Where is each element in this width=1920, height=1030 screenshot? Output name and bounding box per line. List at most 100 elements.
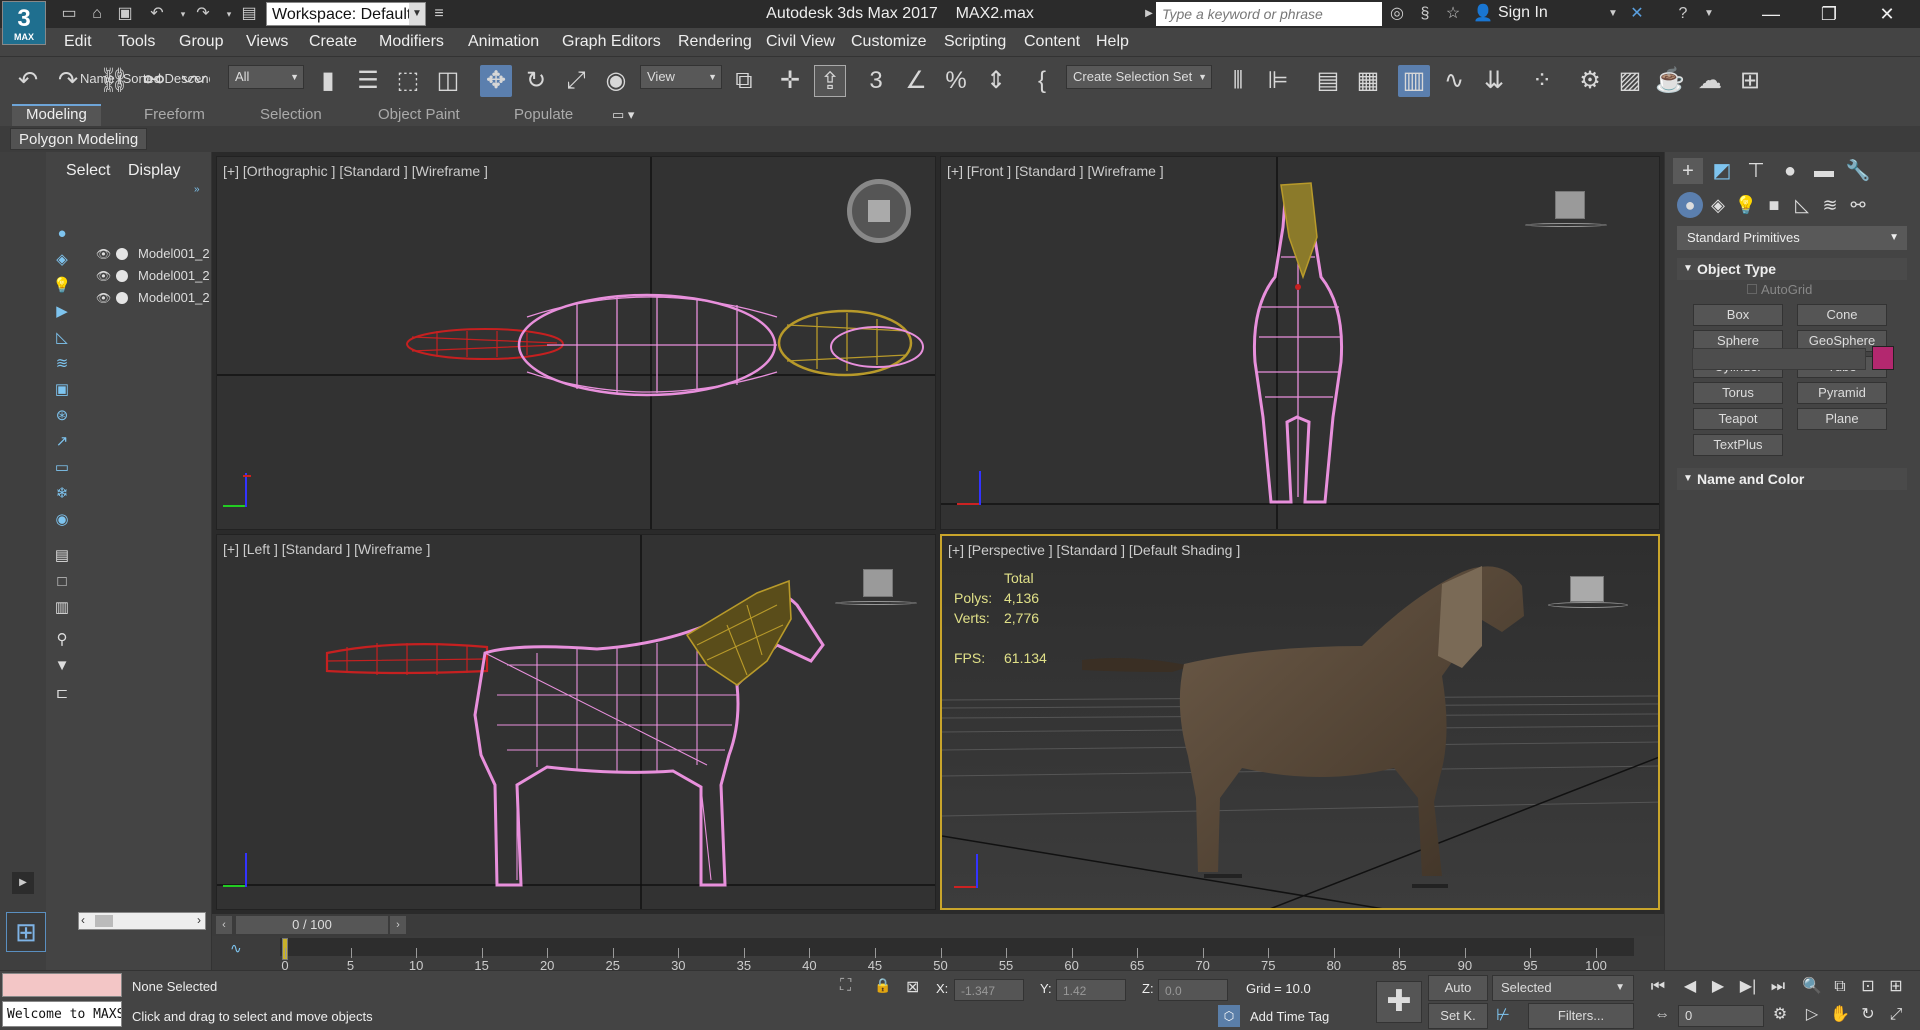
list-item[interactable]: 👁 Model001_2 (96, 243, 212, 265)
display-bones-icon[interactable]: ↗ (52, 432, 72, 452)
eye-icon[interactable]: 👁 (96, 247, 111, 261)
list-item[interactable]: 👁 Model001_2 (96, 287, 212, 309)
set-key-button[interactable]: Set K. (1428, 1003, 1488, 1029)
add-time-tag-button[interactable]: Add Time Tag (1250, 1009, 1329, 1024)
torus-button[interactable]: Torus (1693, 382, 1783, 404)
filter-tool-icon[interactable]: ⚲ (52, 630, 72, 650)
go-to-start-icon[interactable]: ⏮ (1646, 975, 1670, 999)
mini-curve-editor-icon[interactable]: ∿ (230, 940, 242, 957)
next-frame-icon[interactable]: ▶| (1736, 975, 1760, 999)
track-bar[interactable]: ∿ 0 5 10 15 20 25 30 35 40 45 50 55 60 65 70 75 80 85 90 95… (212, 936, 1664, 973)
save-file-icon[interactable]: ▣ (114, 3, 136, 25)
redo-icon[interactable]: ↷ (192, 3, 214, 25)
key-mode-icon[interactable]: ⊬ (1496, 1005, 1510, 1025)
explorer-column-header[interactable]: Name (Sorted Descending) (80, 71, 210, 91)
snaps-toggle-icon[interactable]: 3 (860, 65, 892, 97)
motion-tab-icon[interactable]: ● (1775, 158, 1805, 184)
viewport-orthographic[interactable]: [+] [Orthographic ] [Standard ] [Wirefra… (216, 156, 936, 530)
align-icon[interactable]: ⊫ (1262, 65, 1294, 97)
viewcube-icon[interactable] (1555, 191, 1585, 219)
display-none-icon[interactable]: □ (52, 572, 72, 592)
select-and-scale-icon[interactable]: ⤢ (560, 65, 592, 97)
textplus-button[interactable]: TextPlus (1693, 434, 1783, 456)
zoom-all-icon[interactable]: ⧉ (1828, 975, 1852, 999)
absolute-mode-icon[interactable]: ⊠ (906, 977, 919, 997)
explorer-select-menu[interactable]: Select (66, 162, 110, 180)
ribbon-options-icon[interactable]: ▭ ▾ (612, 104, 634, 126)
modify-tab-icon[interactable]: ◩ (1707, 158, 1737, 184)
viewport-label[interactable]: [+] [Perspective ] [Standard ] [Default … (948, 542, 1240, 558)
display-invert-icon[interactable]: ▥ (52, 598, 72, 618)
help-dropdown-icon[interactable]: ▼ (1698, 3, 1720, 25)
polygon-modeling-panel[interactable]: Polygon Modeling (10, 128, 148, 150)
toggle-scene-explorer-icon[interactable]: ▤ (1312, 65, 1344, 97)
render-setup-icon[interactable]: ⚙ (1574, 65, 1606, 97)
menu-graph-editors[interactable]: Graph Editors (562, 28, 661, 56)
display-lights-icon[interactable]: 💡 (52, 276, 72, 296)
maxscript-listener-input[interactable]: Welcome to MAXScript. (2, 1001, 122, 1027)
workspace-selector[interactable]: Workspace: Default ▼ (266, 2, 426, 26)
rectangular-selection-icon[interactable]: ⬚ (392, 65, 424, 97)
box-button[interactable]: Box (1693, 304, 1783, 326)
named-selection-set-dropdown[interactable]: Create Selection Set ▼ (1066, 65, 1212, 89)
autogrid-checkbox[interactable] (1747, 284, 1757, 294)
menu-help[interactable]: Help (1096, 28, 1129, 56)
orbit-icon[interactable]: ↻ (1856, 1003, 1880, 1027)
current-frame-field[interactable]: 0 (1678, 1005, 1764, 1027)
auto-key-button[interactable]: Auto (1428, 975, 1488, 1001)
menu-modifiers[interactable]: Modifiers (379, 28, 444, 56)
expand-ribbon-icon[interactable]: ▶ (12, 872, 34, 894)
eye-icon[interactable]: 👁 (96, 291, 111, 305)
zoom-extents-all-icon[interactable]: ⊞ (1884, 975, 1908, 999)
previous-frame-icon[interactable]: ◀ (1678, 975, 1702, 999)
spinner-snap-icon[interactable]: ⇕ (980, 65, 1012, 97)
search-input[interactable]: Type a keyword or phrase (1156, 2, 1382, 26)
set-key-icon[interactable]: ✚ (1376, 981, 1422, 1023)
mirror-icon[interactable]: ⫴ (1222, 65, 1254, 97)
display-particles-icon[interactable]: ❄ (52, 484, 72, 504)
geometry-icon[interactable]: ● (1677, 192, 1703, 218)
z-coordinate-field[interactable]: 0.0 (1158, 979, 1228, 1001)
toggle-layer-explorer-icon[interactable]: ▦ (1352, 65, 1384, 97)
render-production-icon[interactable]: ☕ (1654, 65, 1686, 97)
key-filters-button[interactable]: Filters... (1528, 1003, 1634, 1029)
explorer-collapse-icon[interactable]: » (194, 184, 200, 195)
time-configuration-icon[interactable]: ⚙ (1768, 1003, 1792, 1027)
maximize-button[interactable]: ❐ (1806, 0, 1852, 28)
display-cameras-icon[interactable]: ▶ (52, 302, 72, 322)
viewport-label[interactable]: [+] [Front ] [Standard ] [Wireframe ] (947, 163, 1164, 179)
name-and-color-rollout[interactable]: ▼ Name and Color (1677, 468, 1907, 490)
edit-named-selection-icon[interactable]: { (1026, 65, 1058, 97)
lights-icon[interactable]: 💡 (1733, 192, 1759, 218)
help-icon[interactable]: ? (1672, 3, 1694, 25)
hierarchy-tab-icon[interactable]: ⊤ (1741, 158, 1771, 184)
display-all-icon[interactable]: ▤ (52, 546, 72, 566)
select-by-name-icon[interactable]: ☰ (352, 65, 384, 97)
viewport-label[interactable]: [+] [Orthographic ] [Standard ] [Wirefra… (223, 163, 488, 179)
menu-customize[interactable]: Customize (851, 28, 927, 56)
isolate-selection-icon[interactable]: ⛶ (840, 977, 851, 995)
display-spacewarps-icon[interactable]: ≋ (52, 354, 72, 374)
display-shapes-icon[interactable]: ◈ (52, 250, 72, 270)
undo-dropdown-icon[interactable]: ▾ (172, 3, 194, 25)
zoom-extents-icon[interactable]: ⊡ (1856, 975, 1880, 999)
shapes-icon[interactable]: ◈ (1705, 192, 1731, 218)
tab-object-paint[interactable]: Object Paint (378, 104, 460, 126)
rendered-frame-window-icon[interactable]: ▨ (1614, 65, 1646, 97)
tab-modeling[interactable]: Modeling (12, 104, 101, 126)
explorer-display-menu[interactable]: Display (128, 162, 180, 180)
percent-snap-icon[interactable]: % (940, 65, 972, 97)
undo-icon[interactable]: ↶ (12, 65, 44, 97)
key-filter-dropdown[interactable]: Selected ▼ (1492, 975, 1634, 1001)
close-button[interactable]: ✕ (1864, 0, 1910, 28)
utilities-tab-icon[interactable]: 🔧 (1843, 158, 1873, 184)
menu-group[interactable]: Group (179, 28, 223, 56)
reference-coordinate-dropdown[interactable]: View ▼ (640, 65, 722, 89)
pyramid-button[interactable]: Pyramid (1797, 382, 1887, 404)
a360-gallery-icon[interactable]: ⊞ (1734, 65, 1766, 97)
layer-folder-icon[interactable]: ⊏ (52, 684, 72, 704)
select-and-move-icon[interactable]: ✥ (480, 65, 512, 97)
track-bar-ruler[interactable] (280, 938, 1634, 956)
pan-view-icon[interactable]: ✋ (1828, 1003, 1852, 1027)
viewcube-ring[interactable] (1548, 602, 1628, 608)
